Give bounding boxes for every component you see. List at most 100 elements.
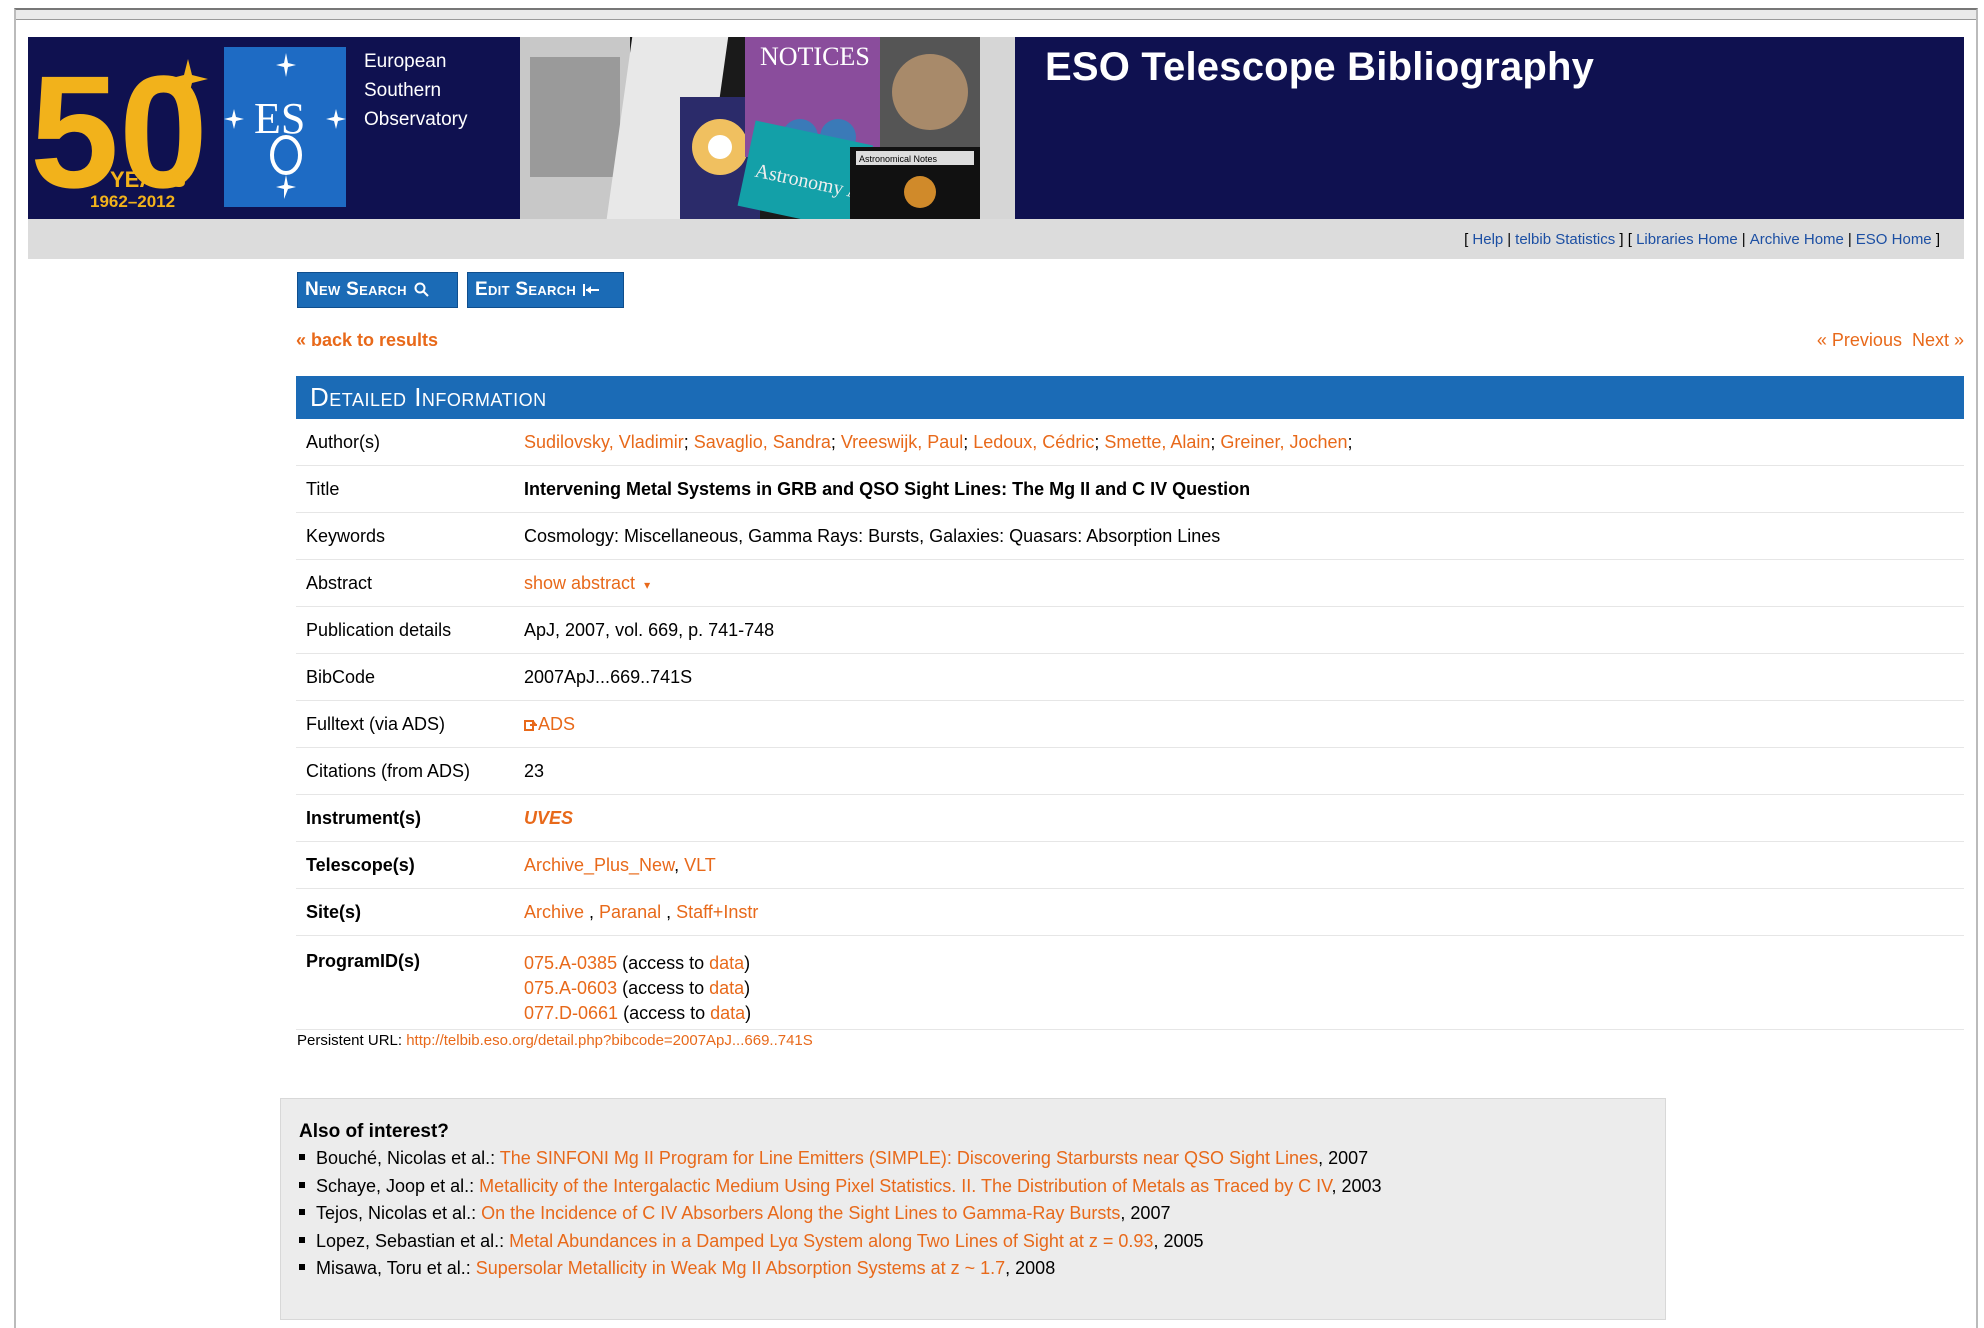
field-label: Title <box>306 478 340 499</box>
eso-organization-name: European Southern Observatory <box>364 47 467 134</box>
related-paper-link[interactable]: On the Incidence of C IV Absorbers Along… <box>481 1203 1120 1223</box>
author-link[interactable]: Sudilovsky, Vladimir <box>524 432 684 452</box>
field-label: Citations (from ADS) <box>306 760 471 781</box>
svg-text:Astronomical Notes: Astronomical Notes <box>859 154 938 164</box>
author-link[interactable]: Vreeswijk, Paul <box>841 432 963 452</box>
program-item: 075.A-0385 (access to data) <box>524 953 751 973</box>
detail-row-citations: Citations (from ADS) 23 <box>296 748 1964 795</box>
publication-details-value: ApJ, 2007, vol. 669, p. 741-748 <box>524 619 775 640</box>
program-item: 077.D-0661 (access to data) <box>524 1003 752 1023</box>
field-label: Abstract <box>306 572 373 593</box>
data-access-link[interactable]: data <box>709 953 744 973</box>
program-id-link[interactable]: 077.D-0661 <box>524 1003 618 1023</box>
ads-fulltext-link[interactable]: ADS <box>538 714 575 734</box>
site-title: ESO Telescope Bibliography <box>1045 45 1595 89</box>
nav-eso-home-link[interactable]: ESO Home <box>1856 231 1932 248</box>
nav-telbib-statistics-link[interactable]: telbib Statistics <box>1515 231 1615 248</box>
telescope-link[interactable]: Archive_Plus_New <box>524 855 674 875</box>
detail-table: Author(s) Sudilovsky, Vladimir; Savaglio… <box>296 419 1964 1030</box>
edit-search-button[interactable]: Edit Search <box>467 272 624 308</box>
telescopes-value: Archive_Plus_New, VLT <box>524 854 716 875</box>
field-label: BibCode <box>306 666 376 687</box>
show-abstract-toggle[interactable]: show abstract <box>524 573 635 593</box>
authors-list: Sudilovsky, Vladimir; Savaglio, Sandra; … <box>524 431 1353 452</box>
org-line: European <box>364 51 447 72</box>
sites-value: Archive , Paranal , Staff+Instr <box>524 901 759 922</box>
author-link[interactable]: Ledoux, Cédric <box>973 432 1094 452</box>
svg-text:NOTICES: NOTICES <box>760 42 870 71</box>
detail-row-abstract: Abstract show abstract ▾ <box>296 560 1964 607</box>
journal-cover-collage: NOTICES Astronomy Astrophysics Astronomi… <box>520 37 1015 219</box>
previous-link[interactable]: « Previous <box>1817 330 1902 350</box>
next-link[interactable]: Next » <box>1912 330 1964 350</box>
detail-row-title: Title Intervening Metal Systems in GRB a… <box>296 466 1964 513</box>
site-link[interactable]: Paranal <box>599 902 661 922</box>
search-icon <box>414 282 429 297</box>
related-paper-link[interactable]: Supersolar Metallicity in Weak Mg II Abs… <box>476 1258 1005 1278</box>
list-item: Schaye, Joop et al.: Metallicity of the … <box>299 1173 1382 1201</box>
instruments-value: UVES <box>524 808 1964 829</box>
detail-row-sites: Site(s) Archive , Paranal , Staff+Instr <box>296 889 1964 936</box>
eso-50-years-logo: 50 YEARS 1962–2012 <box>28 37 223 219</box>
site-link[interactable]: Archive <box>524 902 584 922</box>
field-label: Keywords <box>306 525 386 546</box>
detail-row-publication: Publication details ApJ, 2007, vol. 669,… <box>296 607 1964 654</box>
program-ids-list: 075.A-0385 (access to data) 075.A-0603 (… <box>524 951 1964 1026</box>
top-nav-links: [ Help | telbib Statistics ] [ Libraries H… <box>1464 231 1940 248</box>
nav-help-link[interactable]: Help <box>1472 231 1503 248</box>
detail-row-keywords: Keywords Cosmology: Miscellaneous, Gamma… <box>296 513 1964 560</box>
abstract-value: show abstract ▾ <box>524 573 1964 594</box>
related-paper-link[interactable]: Metallicity of the Intergalactic Medium … <box>479 1176 1331 1196</box>
site-header: 50 YEARS 1962–2012 ES European Southern … <box>28 37 1964 219</box>
list-item: Lopez, Sebastian et al.: Metal Abundance… <box>299 1228 1382 1256</box>
org-line: Observatory <box>364 109 468 130</box>
org-line: Southern <box>364 80 442 101</box>
detail-row-telescopes: Telescope(s) Archive_Plus_New, VLT <box>296 842 1964 889</box>
data-access-link[interactable]: data <box>710 1003 745 1023</box>
new-search-button[interactable]: New Search <box>297 272 458 308</box>
chevron-down-icon[interactable]: ▾ <box>644 578 650 592</box>
keywords-value: Cosmology: Miscellaneous, Gamma Rays: Bu… <box>524 525 1221 546</box>
program-id-link[interactable]: 075.A-0603 <box>524 978 617 998</box>
result-pager: « Previous Next » <box>1817 330 1964 351</box>
svg-text:ES: ES <box>254 94 305 143</box>
persistent-url-link[interactable]: http://telbib.eso.org/detail.php?bibcode… <box>406 1032 813 1049</box>
also-of-interest-heading: Also of interest? <box>299 1121 449 1142</box>
author-link[interactable]: Smette, Alain <box>1104 432 1210 452</box>
field-label: Telescope(s) <box>306 854 415 875</box>
top-nav-bar: [ Help | telbib Statistics ] [ Libraries H… <box>28 219 1964 259</box>
detailed-information-heading: Detailed Information <box>296 376 1964 419</box>
list-item: Misawa, Toru et al.: Supersolar Metallic… <box>299 1255 1382 1283</box>
program-item: 075.A-0603 (access to data) <box>524 978 751 998</box>
field-label: Instrument(s) <box>306 807 422 828</box>
instrument-link[interactable]: UVES <box>524 808 573 828</box>
author-link[interactable]: Savaglio, Sandra <box>694 432 831 452</box>
persistent-url: Persistent URL: http://telbib.eso.org/de… <box>297 1032 813 1049</box>
program-id-link[interactable]: 075.A-0385 <box>524 953 617 973</box>
arrow-left-bar-icon <box>583 284 600 296</box>
related-papers-list: Bouché, Nicolas et al.: The SINFONI Mg I… <box>299 1145 1382 1283</box>
site-link[interactable]: Staff+Instr <box>676 902 758 922</box>
data-access-link[interactable]: data <box>709 978 744 998</box>
telescope-link[interactable]: VLT <box>684 855 716 875</box>
external-link-icon[interactable] <box>524 719 538 731</box>
list-item: Tejos, Nicolas et al.: On the Incidence … <box>299 1200 1382 1228</box>
field-label: Author(s) <box>306 431 381 452</box>
detail-row-bibcode: BibCode 2007ApJ...669..741S <box>296 654 1964 701</box>
related-paper-link[interactable]: Metal Abundances in a Damped Lyα System … <box>509 1231 1153 1251</box>
detail-row-authors: Author(s) Sudilovsky, Vladimir; Savaglio… <box>296 419 1964 466</box>
back-to-results-link[interactable]: « back to results <box>296 330 438 351</box>
nav-libraries-home-link[interactable]: Libraries Home <box>1636 231 1738 248</box>
eso-logo: ES <box>224 47 346 207</box>
list-item: Bouché, Nicolas et al.: The SINFONI Mg I… <box>299 1145 1382 1173</box>
related-paper-link[interactable]: The SINFONI Mg II Program for Line Emitt… <box>500 1148 1318 1168</box>
svg-text:1962–2012: 1962–2012 <box>90 192 175 211</box>
fulltext-value: ADS <box>524 714 1964 735</box>
bibcode-value: 2007ApJ...669..741S <box>524 666 693 687</box>
field-label: Site(s) <box>306 901 362 922</box>
nav-archive-home-link[interactable]: Archive Home <box>1750 231 1844 248</box>
detail-row-programs: ProgramID(s) 075.A-0385 (access to data)… <box>296 936 1964 1030</box>
field-label: Publication details <box>306 619 452 640</box>
also-of-interest-box: Also of interest? Bouché, Nicolas et al.… <box>280 1098 1666 1320</box>
author-link[interactable]: Greiner, Jochen <box>1220 432 1347 452</box>
